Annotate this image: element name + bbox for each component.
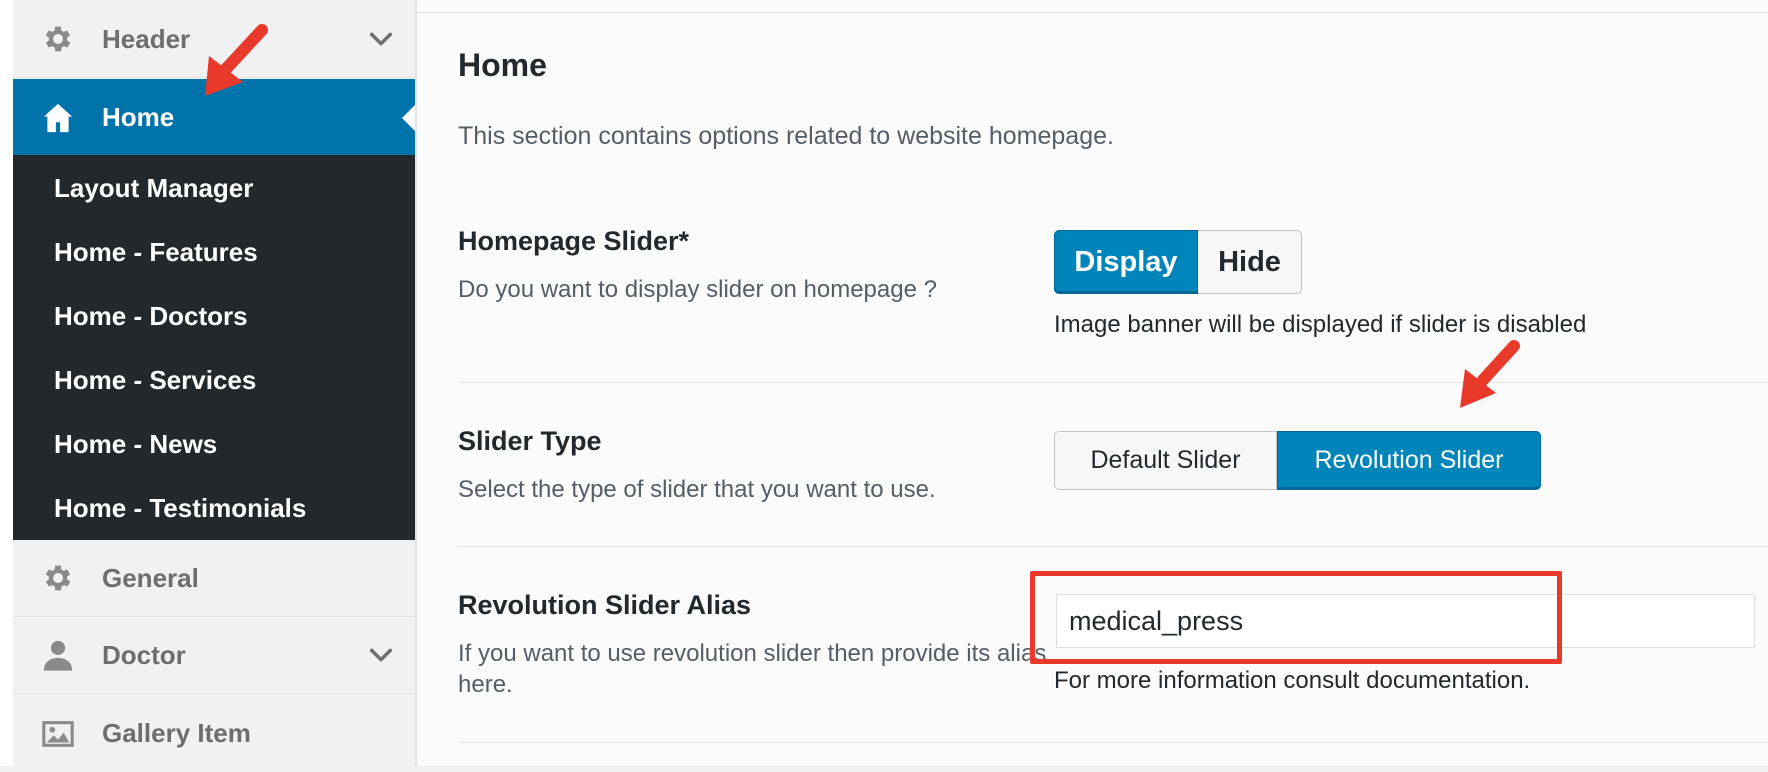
annotation-arrow-icon — [1460, 340, 1520, 408]
submenu-item-home-features[interactable]: Home - Features — [54, 237, 258, 268]
person-icon — [43, 640, 73, 671]
home-icon — [43, 103, 73, 132]
admin-sidebar: Header Home Layout Manager Home - Featur… — [0, 0, 417, 766]
hide-button[interactable]: Hide — [1198, 230, 1302, 294]
gear-icon — [45, 565, 71, 591]
chevron-down-icon[interactable] — [367, 25, 395, 53]
revolution-slider-button[interactable]: Revolution Slider — [1277, 431, 1541, 490]
sidebar-item-general[interactable]: General — [13, 540, 415, 617]
submenu-item-home-news[interactable]: Home - News — [54, 429, 217, 460]
display-button[interactable]: Display — [1054, 230, 1198, 294]
submenu-item-layout-manager[interactable]: Layout Manager — [54, 173, 253, 204]
sidebar-item-label: Gallery Item — [102, 718, 251, 748]
option-desc-homepage-slider: Do you want to display slider on homepag… — [458, 276, 937, 303]
option-title-slider-type: Slider Type — [458, 426, 602, 456]
image-icon — [42, 720, 74, 747]
option-title-homepage-slider: Homepage Slider* — [458, 226, 690, 256]
alias-note: For more information consult documentati… — [1054, 667, 1531, 694]
default-slider-button[interactable]: Default Slider — [1054, 431, 1277, 490]
annotation-arrow-icon — [205, 24, 268, 96]
top-divider — [417, 12, 1768, 13]
page-title: Home — [458, 47, 547, 83]
sidebar-item-label: Home — [102, 102, 175, 132]
home-submenu: Layout Manager Home - Features Home - Do… — [13, 155, 415, 540]
section-divider — [458, 546, 1768, 547]
submenu-item-home-services[interactable]: Home - Services — [54, 365, 256, 396]
sidebar-item-gallery-item[interactable]: Gallery Item — [13, 695, 415, 772]
section-divider — [458, 382, 1768, 383]
gear-icon — [45, 26, 71, 52]
sidebar-item-doctor[interactable]: Doctor — [13, 617, 415, 694]
sidebar-item-label: General — [102, 562, 199, 593]
annotation-highlight-box — [1030, 571, 1562, 664]
slider-note: Image banner will be displayed if slider… — [1054, 311, 1587, 338]
option-title-revolution-alias: Revolution Slider Alias — [458, 590, 752, 620]
sidebar-left-edge — [0, 0, 13, 766]
option-desc-slider-type: Select the type of slider that you want … — [458, 476, 936, 503]
option-desc-revolution-alias: If you want to use revolution slider the… — [458, 640, 1047, 698]
active-indicator — [402, 104, 415, 131]
chevron-down-icon[interactable] — [367, 641, 395, 669]
sidebar-item-label: Doctor — [102, 639, 186, 670]
sidebar-item-label: Header — [102, 23, 191, 54]
slider-type-toggle: Default Slider Revolution Slider — [1054, 431, 1541, 490]
section-divider — [458, 742, 1768, 743]
submenu-item-home-doctors[interactable]: Home - Doctors — [54, 301, 248, 332]
page-description: This section contains options related to… — [458, 122, 1114, 150]
submenu-item-home-testimonials[interactable]: Home - Testimonials — [54, 493, 306, 524]
homepage-slider-toggle: Display Hide — [1054, 230, 1302, 294]
